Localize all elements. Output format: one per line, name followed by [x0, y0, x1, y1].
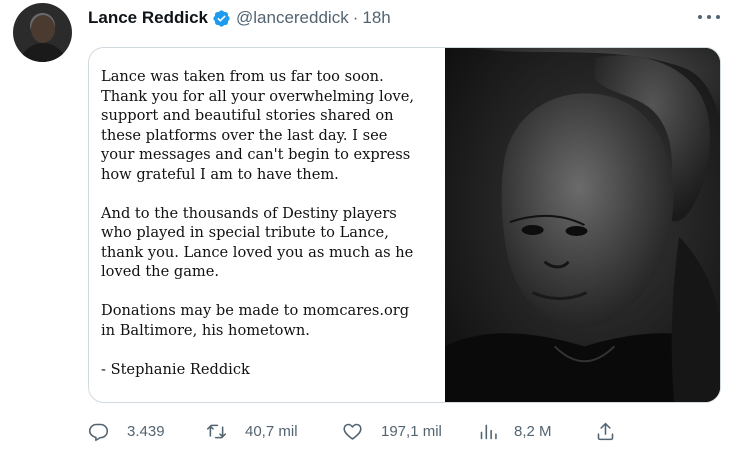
- views-button[interactable]: 8,2 M: [478, 420, 552, 442]
- share-icon: [597, 422, 614, 440]
- author-name[interactable]: Lance Reddick: [88, 8, 208, 28]
- note-paragraph: Lance was taken from us far too soon. Th…: [101, 67, 445, 184]
- note-line: how grateful I am to have them.: [101, 165, 339, 183]
- author-handle[interactable]: @lancereddick: [236, 8, 349, 28]
- note-line: loved the game.: [101, 263, 220, 280]
- note-line: - Stephanie Reddick: [101, 360, 250, 378]
- note-paragraph: Donations may be made to momcares.org in…: [101, 301, 445, 340]
- reply-icon: [88, 423, 109, 441]
- statement-note: Lance was taken from us far too soon. Th…: [89, 48, 445, 402]
- more-dot: [698, 15, 702, 19]
- share-button[interactable]: [595, 420, 616, 442]
- tweet-media[interactable]: Lance was taken from us far too soon. Th…: [88, 47, 721, 403]
- note-line: support and beautiful stories shared on: [101, 107, 394, 124]
- retweet-icon: [206, 424, 227, 438]
- like-count: 197,1 mil: [381, 422, 442, 440]
- portrait-photo[interactable]: [445, 48, 720, 402]
- reply-button[interactable]: 3.439: [88, 420, 165, 442]
- avatar[interactable]: [13, 3, 72, 62]
- note-line: your messages and can't begin to express: [101, 146, 411, 163]
- note-line: thank you. Lance loved you as much as he: [101, 243, 414, 261]
- note-line: And to the thousands of Destiny players: [101, 204, 397, 222]
- tweet-time[interactable]: 18h: [362, 8, 390, 28]
- verified-badge-icon: [212, 9, 231, 28]
- reply-count: 3.439: [127, 422, 165, 440]
- avatar-shirt: [19, 43, 67, 62]
- avatar-face: [31, 15, 55, 43]
- retweet-count: 40,7 mil: [245, 422, 298, 440]
- views-icon: [480, 424, 497, 439]
- note-line: in Baltimore, his hometown.: [101, 321, 310, 339]
- note-line: these platforms over the last day. I see: [101, 126, 388, 144]
- note-signature: - Stephanie Reddick: [101, 360, 445, 380]
- tweet-header: Lance Reddick @lancereddick · 18h: [88, 7, 391, 29]
- tweet-actions: 3.439 40,7 mil 197,1 mil 8,2 M: [88, 420, 628, 442]
- more-dot: [716, 15, 720, 19]
- note-line: who played in special tribute to Lance,: [101, 224, 389, 241]
- note-line: Lance was taken from us far too soon.: [101, 68, 384, 85]
- note-paragraph: And to the thousands of Destiny players …: [101, 204, 445, 282]
- more-dot: [707, 15, 711, 19]
- heart-icon: [343, 423, 362, 440]
- retweet-button[interactable]: 40,7 mil: [206, 420, 298, 442]
- like-button[interactable]: 197,1 mil: [342, 420, 442, 442]
- note-line: Thank you for all your overwhelming love…: [101, 87, 415, 105]
- views-count: 8,2 M: [514, 422, 552, 440]
- more-icon[interactable]: [698, 9, 720, 25]
- portrait-illustration: [445, 48, 720, 402]
- separator-dot: ·: [352, 8, 359, 27]
- note-line: Donations may be made to momcares.org: [101, 302, 410, 319]
